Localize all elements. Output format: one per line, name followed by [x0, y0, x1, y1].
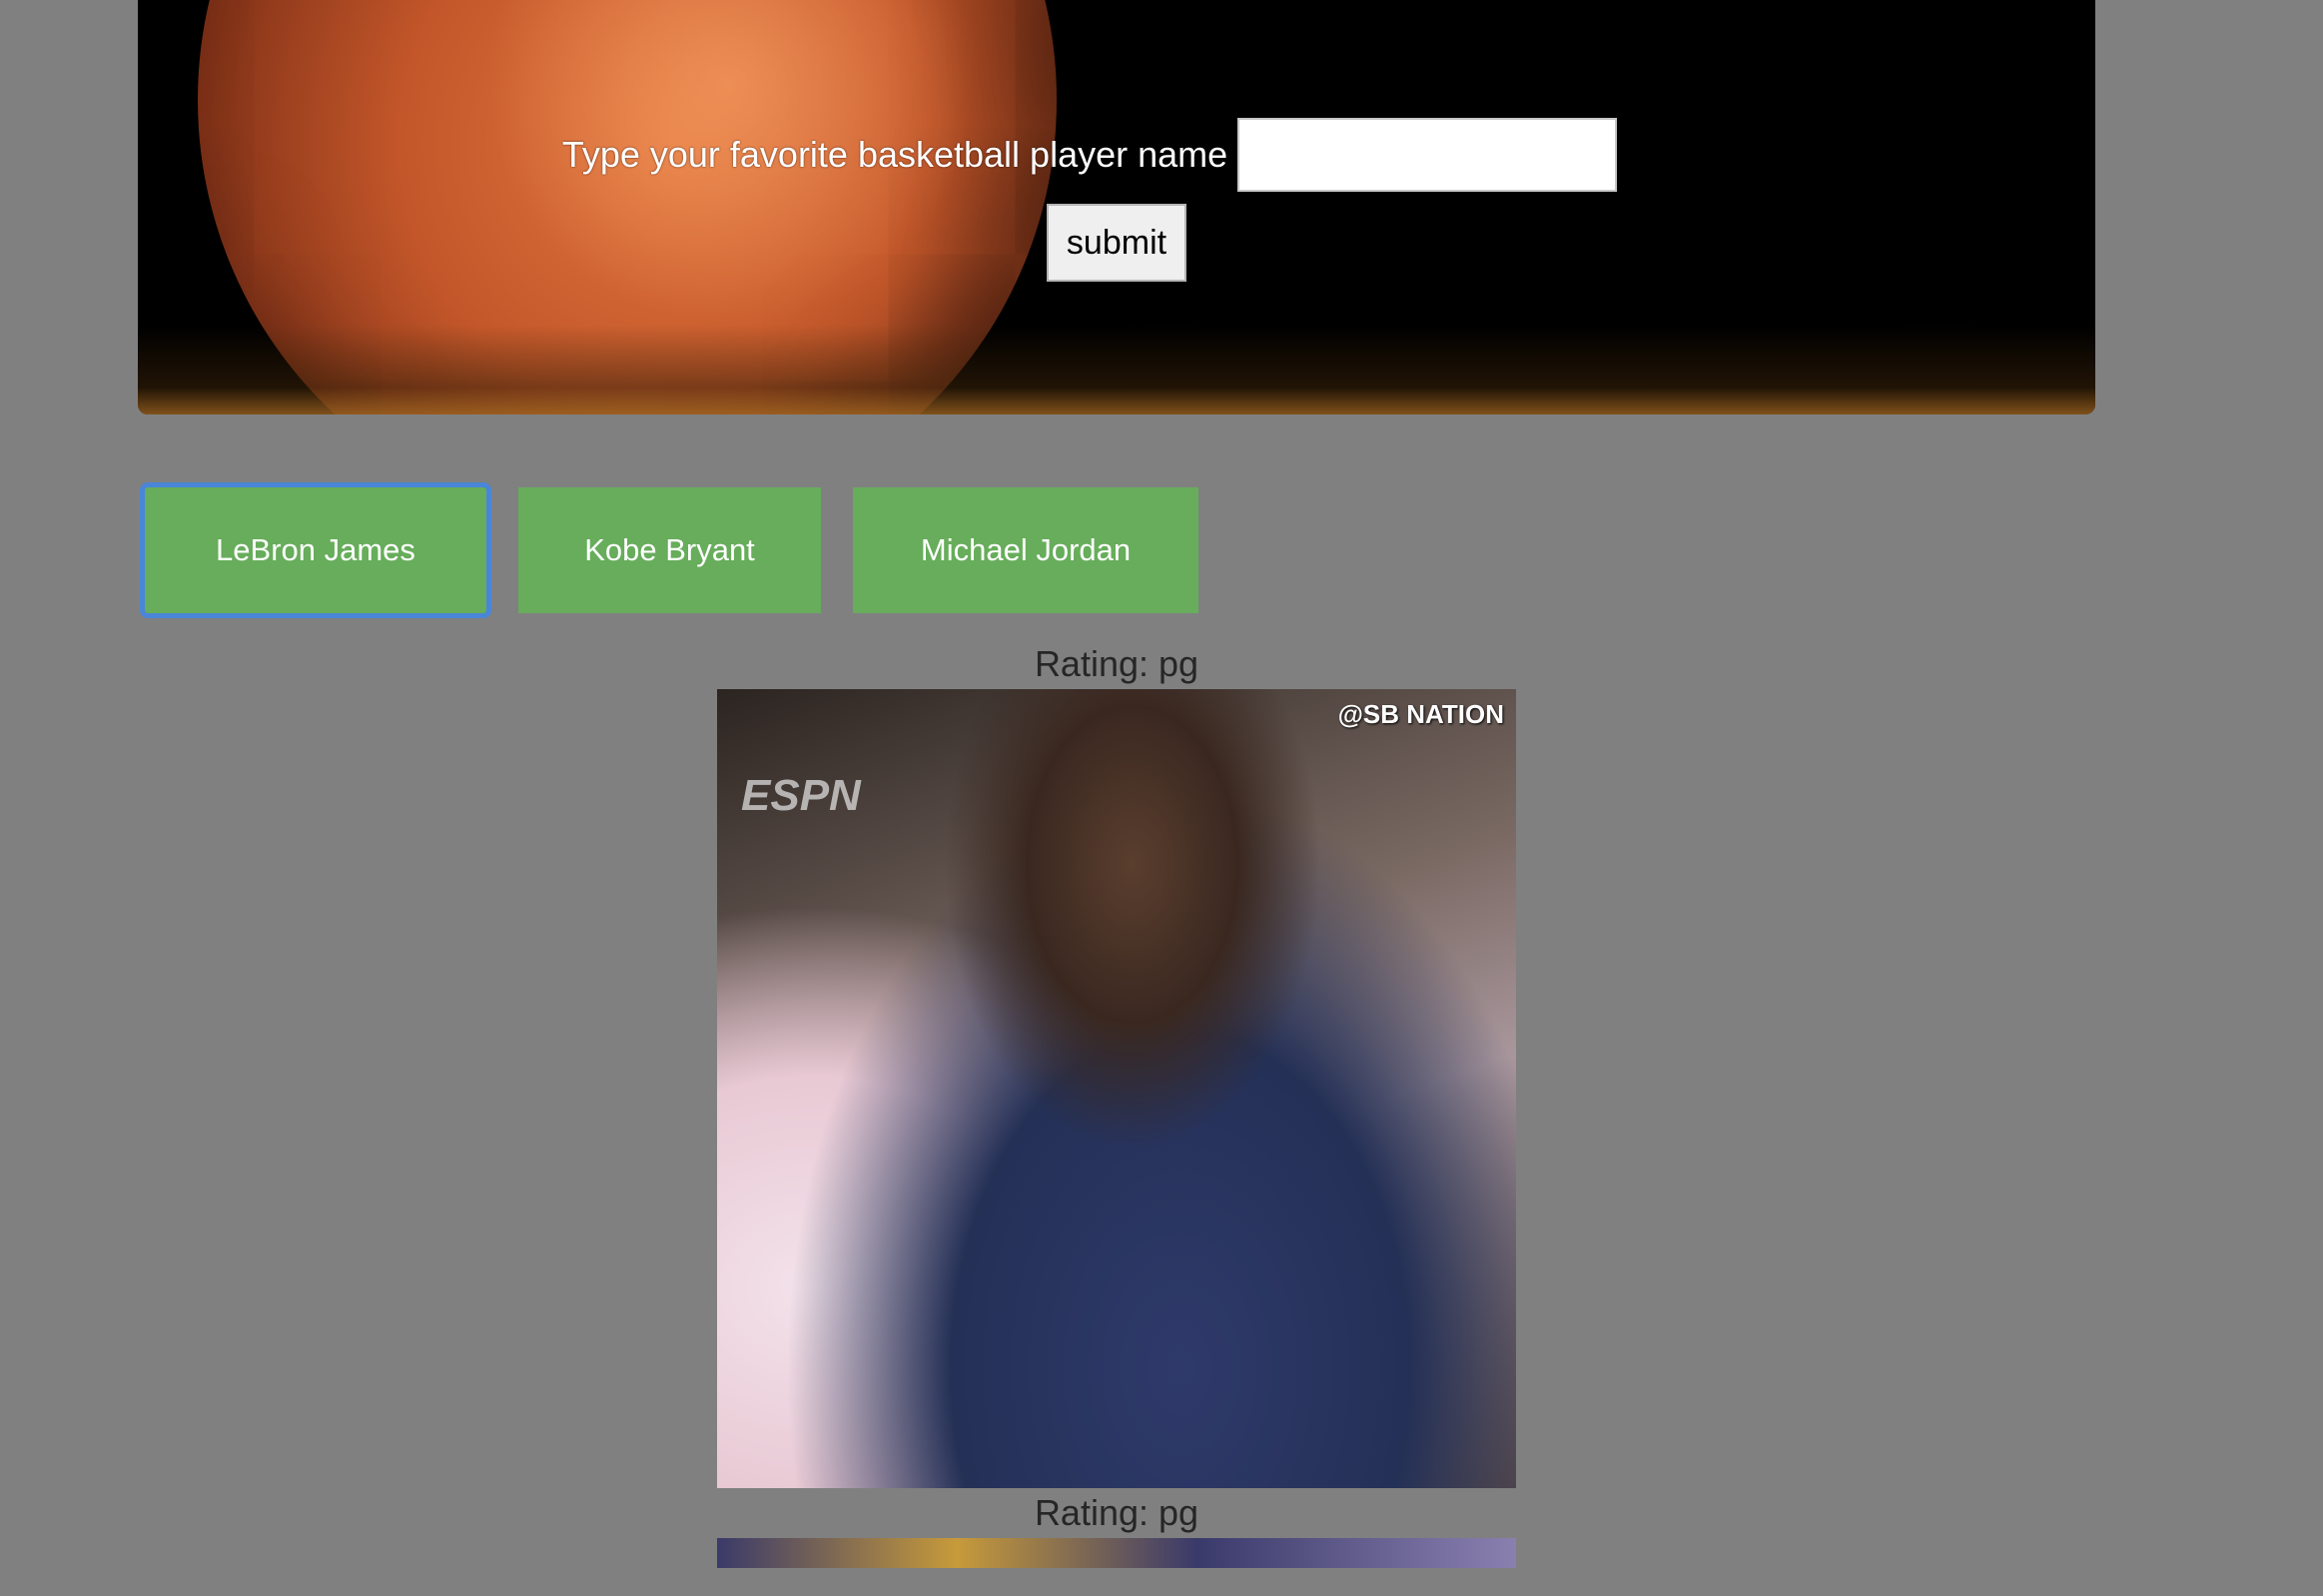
gif-watermark: @SB NATION	[1337, 699, 1504, 729]
hero-banner: Type your favorite basketball player nam…	[138, 0, 2095, 414]
player-button-bar: LeBron James Kobe Bryant Michael Jordan	[140, 482, 1198, 618]
gif-results: Rating: pg ESPN @SB NATION Rating: pg	[0, 639, 2233, 1568]
network-logo: ESPN	[741, 771, 861, 820]
player-button-michael-jordan[interactable]: Michael Jordan	[853, 487, 1198, 613]
player-name-label: Type your favorite basketball player nam…	[561, 134, 1228, 175]
player-button-lebron-james[interactable]: LeBron James	[140, 482, 491, 618]
player-gif[interactable]: ESPN @SB NATION	[717, 689, 1516, 1488]
gif-rating: Rating: pg	[1034, 1492, 1199, 1533]
gif-rating: Rating: pg	[1034, 643, 1199, 684]
player-gif[interactable]	[717, 1538, 1516, 1568]
submit-button[interactable]: submit	[1047, 204, 1186, 282]
player-button-kobe-bryant[interactable]: Kobe Bryant	[518, 487, 821, 613]
hero-floor-glow	[138, 325, 2095, 414]
search-row: Type your favorite basketball player nam…	[138, 118, 2095, 192]
player-name-input[interactable]	[1237, 118, 1618, 192]
search-form: Type your favorite basketball player nam…	[138, 118, 2095, 282]
